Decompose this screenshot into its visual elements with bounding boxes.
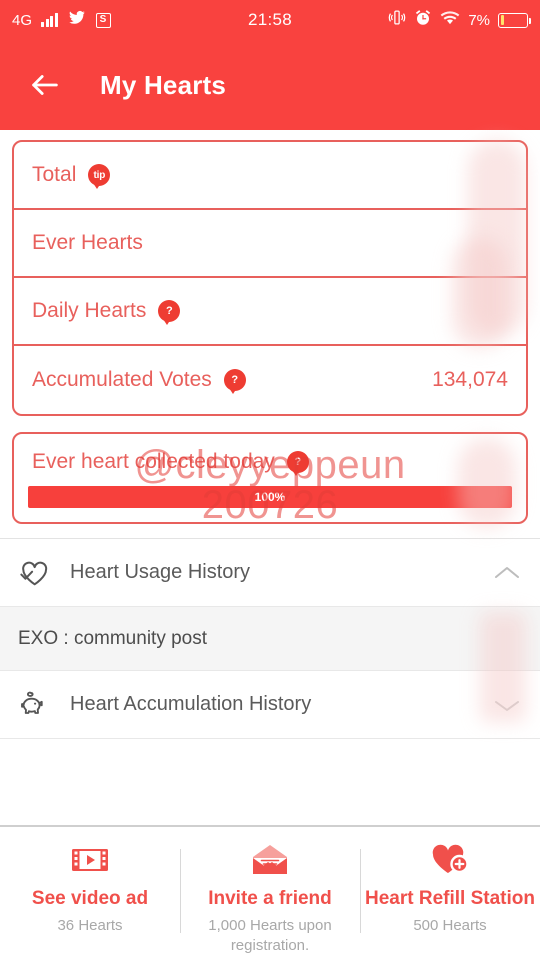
piggy-bank-icon	[18, 689, 50, 721]
daily-collection-label: Ever heart collected today	[32, 450, 275, 473]
history-entry-row[interactable]: EXO : community post	[0, 607, 540, 671]
hearts-summary-card: Total tip Ever Hearts Daily Hearts ? Acc…	[12, 140, 528, 416]
page-title: My Hearts	[100, 69, 227, 100]
vibrate-icon	[388, 9, 406, 31]
hearts-row-label: Daily Hearts	[32, 299, 147, 322]
status-bar-right: 7%	[388, 0, 531, 40]
daily-collection-card: Ever heart collected today ? 100%	[12, 432, 528, 524]
main-content: Total tip Ever Hearts Daily Hearts ? Acc…	[0, 140, 540, 739]
bottom-action-bar: See video ad 36 Hearts Invite a friend 1…	[0, 825, 540, 960]
hearts-row-label: Accumulated Votes	[32, 368, 212, 391]
history-list: Heart Usage History EXO : community post	[0, 538, 540, 739]
bottom-action-subtitle: 1,000 Hearts upon registration.	[208, 917, 332, 955]
back-arrow-icon[interactable]	[28, 68, 62, 102]
help-badge-icon[interactable]: ?	[158, 300, 181, 325]
bottom-action-subtitle: 500 Hearts	[413, 917, 487, 934]
bottom-action-subtitle: 36 Hearts	[57, 917, 123, 934]
daily-collection-progress-bar: 100%	[28, 486, 512, 508]
daily-collection-header: Ever heart collected today ?	[14, 434, 526, 480]
app-bar: My Hearts	[0, 40, 540, 130]
status-bar: 4G S 21:58 7%	[0, 0, 540, 40]
video-ad-icon	[70, 841, 110, 879]
bottom-action-title: See video ad	[31, 888, 149, 909]
hearts-row-ever-hearts[interactable]: Ever Hearts	[14, 210, 526, 278]
heart-refill-station-button[interactable]: Heart Refill Station 500 Hearts	[360, 827, 540, 960]
help-badge-icon[interactable]: ?	[223, 369, 246, 394]
heart-plus-icon	[430, 841, 470, 879]
history-section-label: Heart Usage History	[70, 561, 251, 583]
hearts-row-accumulated-votes[interactable]: Accumulated Votes ? 134,074	[14, 346, 526, 414]
hearts-row-label: Total	[32, 163, 77, 186]
alarm-clock-icon	[414, 9, 432, 32]
history-section-label: Heart Accumulation History	[70, 693, 312, 715]
hearts-row-total[interactable]: Total tip	[14, 142, 526, 210]
help-badge-icon[interactable]: ?	[286, 451, 309, 476]
daily-collection-percent-label: 100%	[254, 490, 286, 504]
tip-badge-icon[interactable]: tip	[88, 164, 111, 189]
bottom-action-title: Invite a friend	[208, 888, 332, 909]
see-video-ad-button[interactable]: See video ad 36 Hearts	[0, 827, 180, 960]
invite-a-friend-button[interactable]: Invite a friend 1,000 Hearts upon regist…	[180, 827, 360, 960]
chevron-up-icon[interactable]	[492, 564, 522, 582]
chevron-down-icon[interactable]	[492, 696, 522, 714]
history-section-heart-accumulation[interactable]: Heart Accumulation History	[0, 671, 540, 739]
hearts-row-label: Ever Hearts	[32, 231, 143, 254]
battery-percent-label: 7%	[468, 11, 490, 29]
envelope-icon	[250, 841, 290, 879]
wifi-icon	[440, 10, 460, 30]
hearts-row-daily-hearts[interactable]: Daily Hearts ?	[14, 278, 526, 346]
battery-icon	[498, 12, 531, 28]
bottom-action-title: Heart Refill Station	[365, 888, 535, 909]
history-section-heart-usage[interactable]: Heart Usage History	[0, 539, 540, 607]
heart-check-icon	[18, 557, 50, 589]
hearts-row-value: 134,074	[432, 368, 508, 391]
app-screen: 4G S 21:58 7% My Hearts Total tip Ever H…	[0, 0, 540, 960]
history-entry-label: EXO : community post	[18, 627, 208, 649]
